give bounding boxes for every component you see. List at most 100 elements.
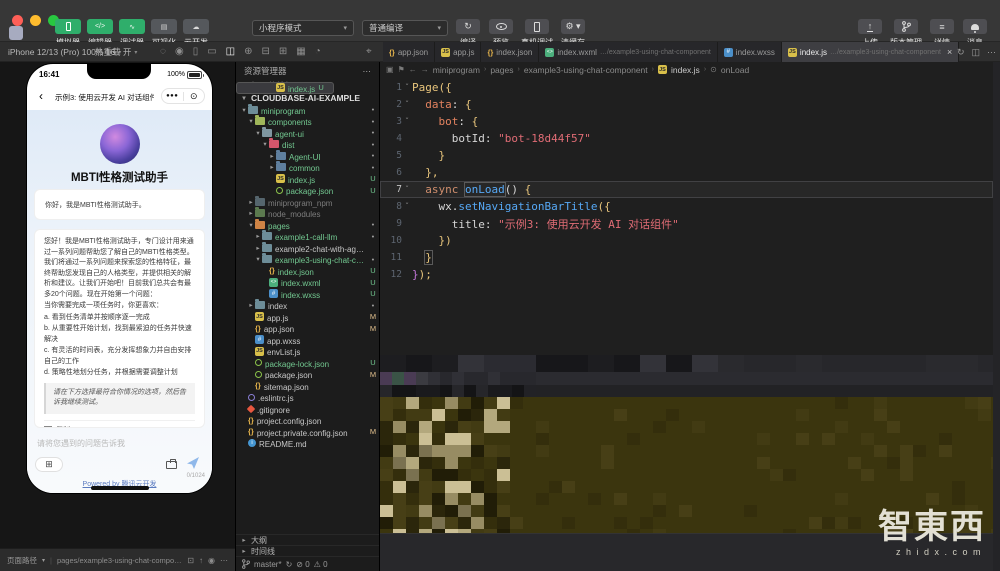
split-editor-icon[interactable]: ◫ <box>971 47 980 58</box>
tree-item-agent-ui[interactable]: ▾agent-ui• <box>236 127 379 139</box>
editor-tab-index.wxml[interactable]: <>index.wxml…/example3-using-chat-compon… <box>539 42 717 62</box>
editor-tab-index.wxss[interactable]: #index.wxss <box>718 42 782 62</box>
breadcrumb-symbol[interactable]: onLoad <box>721 65 749 75</box>
page-path-label[interactable]: 页面路径 <box>7 555 37 566</box>
more-menu-button[interactable]: ●●● <box>162 93 183 99</box>
send-button[interactable] <box>186 456 200 470</box>
toolbox-icon[interactable] <box>166 461 177 469</box>
panel-scrollbar-track[interactable] <box>993 62 1000 571</box>
code-line-10[interactable]: 10 }) <box>380 232 993 249</box>
editor-tab-index.js[interactable]: JSindex.js…/example3-using-chat-componen… <box>782 42 959 62</box>
code-line-2[interactable]: 2ˇ data: { <box>380 96 993 113</box>
tree-item-app.json[interactable]: {}app.jsonM <box>236 323 379 335</box>
explorer-more-icon[interactable]: ⋯ <box>363 66 372 77</box>
touch-simulate-icon[interactable]: ◔ <box>315 47 321 57</box>
tree-item-pages[interactable]: ▾pages• <box>236 219 379 231</box>
bookmark-icon[interactable]: ⚑ <box>398 65 405 74</box>
more-actions-icon[interactable]: ⋯ <box>987 47 996 58</box>
watch-path-icon[interactable]: ◉ <box>208 556 215 565</box>
minimize-window-button[interactable] <box>30 15 41 26</box>
screen-record-icon[interactable]: ◉ <box>175 47 184 57</box>
breadcrumb-file[interactable]: index.js <box>671 65 700 75</box>
rotate-device-icon[interactable]: ▯ <box>193 47 199 57</box>
more-path-icon[interactable]: ⋯ <box>220 556 228 565</box>
code-line-3[interactable]: 3ˇ bot: { <box>380 113 993 130</box>
code-line-7[interactable]: 7ˇ async onLoad() { <box>380 181 993 198</box>
editor-tab-index.json[interactable]: {}index.json <box>481 42 539 62</box>
tree-item-index.json[interactable]: {}index.jsonU <box>236 265 379 277</box>
tree-item-example2-chat-with-agent[interactable]: ▸example2-chat-with-agent <box>236 242 379 254</box>
zoom-icon[interactable]: ⊕ <box>244 47 252 57</box>
tree-item-.eslintrc.js[interactable]: .eslintrc.js <box>236 392 379 404</box>
code-line-9[interactable]: 9 title: "示例3: 使用云开发 AI 对话组件" <box>380 215 993 232</box>
timeline-section[interactable]: ▸ 时间线 <box>236 545 379 556</box>
layout-icon[interactable]: ⊞ <box>279 47 287 57</box>
tree-item-package-lock.json[interactable]: package-lock.jsonU <box>236 357 379 369</box>
tree-item-project.private.config.json[interactable]: {}project.private.config.jsonM <box>236 426 379 438</box>
fold-icon[interactable]: ˇ <box>402 202 412 211</box>
restart-icon[interactable]: ◌ <box>160 47 166 57</box>
mode-select[interactable]: 小程序模式▾ <box>252 20 354 36</box>
tree-item-miniprogram_npm[interactable]: ▸miniprogram_npm <box>236 196 379 208</box>
tree-item-index.wxss[interactable]: #index.wxssU <box>236 288 379 300</box>
tree-item-app.wxss[interactable]: #app.wxss <box>236 334 379 346</box>
tree-item-README.md[interactable]: iREADME.md <box>236 438 379 450</box>
project-root[interactable]: ▾ CLOUDBASE-AI-EXAMPLE <box>236 92 379 104</box>
eraser-icon[interactable]: ▭ <box>207 47 216 57</box>
breadcrumb-item[interactable]: pages <box>490 65 513 75</box>
tree-item-app.js[interactable]: JSapp.jsM <box>236 311 379 323</box>
copy-path-icon[interactable]: ⊡ <box>187 556 194 565</box>
hot-reload-toggle[interactable]: 热重载 开▾ <box>95 42 137 62</box>
back-arrow-icon[interactable]: ← <box>409 65 417 74</box>
user-avatar[interactable] <box>9 26 23 40</box>
code-line-11[interactable]: 11 } <box>380 249 993 266</box>
history-icon[interactable]: ↻ <box>957 47 965 58</box>
compile-mode-select[interactable]: 普通编译▾ <box>362 20 448 36</box>
forward-arrow-icon[interactable]: → <box>421 65 429 74</box>
tree-item-example1-call-llm[interactable]: ▸example1-call-llm• <box>236 231 379 243</box>
tree-item-sitemap.json[interactable]: {}sitemap.json <box>236 380 379 392</box>
tree-item-.gitignore[interactable]: .gitignore <box>236 403 379 415</box>
fold-icon[interactable]: ˇ <box>402 117 412 126</box>
tree-item-common[interactable]: ▸common• <box>236 162 379 174</box>
exit-miniprogram-button[interactable]: ⊙ <box>184 92 205 101</box>
more-features-button[interactable]: ⊞ <box>35 457 63 472</box>
tree-item-index.js[interactable]: JSindex.jsU <box>236 82 334 94</box>
code-line-8[interactable]: 8ˇ wx.setNavigationBarTitle({ <box>380 198 993 215</box>
back-button[interactable]: ‹ <box>39 89 43 103</box>
breadcrumb-item[interactable]: example3-using-chat-component <box>524 65 648 75</box>
branch-name[interactable]: master* <box>254 560 282 569</box>
code-line-4[interactable]: 4 botId: "bot-18d44f57" <box>380 130 993 147</box>
code-line-12[interactable]: 12}); <box>380 266 993 283</box>
open-path-icon[interactable]: ↑ <box>199 556 203 565</box>
message-input[interactable]: 请将您遇到的问题告诉我 <box>37 438 125 449</box>
copy-button[interactable]: 复制 <box>44 420 195 429</box>
tree-item-components[interactable]: ▾components• <box>236 116 379 128</box>
editor-square-icon[interactable]: ▣ <box>386 65 394 74</box>
tree-item-index.wxml[interactable]: <>index.wxmlU <box>236 277 379 289</box>
tree-item-package.json[interactable]: package.jsonU <box>236 185 379 197</box>
tree-item-index[interactable]: ▸index• <box>236 300 379 312</box>
inspect-element-icon[interactable]: ⌖ <box>366 46 372 57</box>
editor-tab-app.json[interactable]: {}app.json <box>383 42 435 62</box>
tree-item-index.js[interactable]: JSindex.jsU <box>236 173 379 185</box>
code-line-1[interactable]: 1ˇPage({ <box>380 79 993 96</box>
tree-item-miniprogram[interactable]: ▾miniprogram• <box>236 104 379 116</box>
outline-section[interactable]: ▸ 大纲 <box>236 534 379 545</box>
tree-item-envList.js[interactable]: JSenvList.js <box>236 346 379 358</box>
network-icon[interactable]: ⊟ <box>262 47 270 57</box>
sync-icon[interactable]: ↻ <box>286 560 293 569</box>
tree-item-example3-using-chat-component[interactable]: ▾example3-using-chat-component• <box>236 254 379 266</box>
tree-item-dist[interactable]: ▾dist• <box>236 139 379 151</box>
editor-tab-app.js[interactable]: JSapp.js <box>435 42 481 62</box>
close-tab-icon[interactable]: × <box>947 47 952 57</box>
fold-icon[interactable]: ˇ <box>402 83 412 92</box>
separate-window-icon[interactable]: ◫ <box>226 47 235 57</box>
close-window-button[interactable] <box>12 15 23 26</box>
code-line-6[interactable]: 6 }, <box>380 164 993 181</box>
code-area[interactable]: 1ˇPage({2ˇ data: {3ˇ bot: {4 botId: "bot… <box>380 79 993 283</box>
breadcrumb-item[interactable]: miniprogram <box>433 65 480 75</box>
tree-item-project.config.json[interactable]: {}project.config.json <box>236 415 379 427</box>
code-line-5[interactable]: 5 } <box>380 147 993 164</box>
tree-item-node_modules[interactable]: ▸node_modules <box>236 208 379 220</box>
